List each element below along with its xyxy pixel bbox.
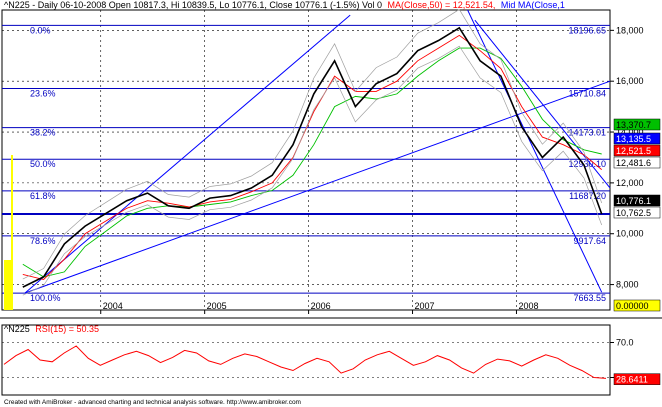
value-badge-label: 0.00000 — [616, 301, 649, 311]
fib-value-label: 7663.55 — [573, 293, 606, 303]
y-tick-label: 10,000 — [616, 229, 644, 239]
value-badge-label: 12,481.6 — [616, 158, 651, 168]
y-tick-label: 18,000 — [616, 25, 644, 35]
rsi-axis: 70.0 28.6411 — [610, 338, 661, 385]
value-badge-label: 13,370.7 — [616, 120, 651, 130]
fib-label: 50.0% — [30, 159, 56, 169]
x-tick-label: 2004 — [103, 301, 123, 311]
value-badge-label: 12,521.5 — [616, 146, 651, 156]
fib-value-label: 9917.64 — [573, 236, 606, 246]
volume-bar — [4, 260, 11, 310]
volume-bar — [11, 155, 13, 310]
fib-label: 78.6% — [30, 236, 56, 246]
fib-label: 61.8% — [30, 191, 56, 201]
fib-value-label: 15710.84 — [568, 89, 606, 99]
header-ma50: MA(Close,50) = 12,521.54, — [388, 0, 496, 10]
rsi-value-badge-label: 28.6411 — [616, 375, 648, 385]
x-tick-label: 2008 — [518, 301, 538, 311]
header-ma-mid: Mid MA(Close,1 — [501, 0, 565, 10]
rsi-symbol: ^N225 — [4, 324, 30, 334]
value-badge-label: 10,776.1 — [616, 196, 651, 206]
value-badge-label: 13,135.5 — [616, 134, 651, 144]
fib-value-label: 14173.01 — [568, 128, 606, 138]
header-meta: - Daily 06-10-2008 Open 10817.3, Hi 1083… — [32, 0, 382, 10]
value-badge-label: 10,762.5 — [616, 208, 651, 218]
fib-label: 100.0% — [30, 293, 61, 303]
y-tick-label: 16,000 — [616, 76, 644, 86]
fib-label: 0.0% — [30, 25, 51, 35]
rsi-plot-frame — [1, 324, 611, 396]
y-tick-label: 8,000 — [616, 280, 639, 290]
rsi-tick-label: 70.0 — [616, 338, 634, 348]
fib-label: 38.2% — [30, 128, 56, 138]
fib-value-label: 18196.65 — [568, 25, 606, 35]
header-line: ^N225 - Daily 06-10-2008 Open 10817.3, H… — [4, 0, 565, 10]
footer-credit: Created with AmiBroker - advanced charti… — [4, 399, 301, 406]
rsi-label: RSI(15) = 50.35 — [35, 324, 99, 334]
x-tick-label: 2006 — [311, 301, 331, 311]
header-symbol: ^N225 — [4, 0, 30, 10]
chart-canvas: 0.0% 18196.65 23.6% 15710.84 38.2% 14173.01 50… — [0, 0, 662, 406]
y-tick-label: 12,000 — [616, 178, 644, 188]
main-plot-frame — [1, 9, 611, 311]
x-tick-label: 2007 — [415, 301, 435, 311]
x-tick-label: 2005 — [207, 301, 227, 311]
fib-label: 23.6% — [30, 89, 56, 99]
rsi-header: ^N225 RSI(15) = 50.35 — [4, 324, 99, 334]
